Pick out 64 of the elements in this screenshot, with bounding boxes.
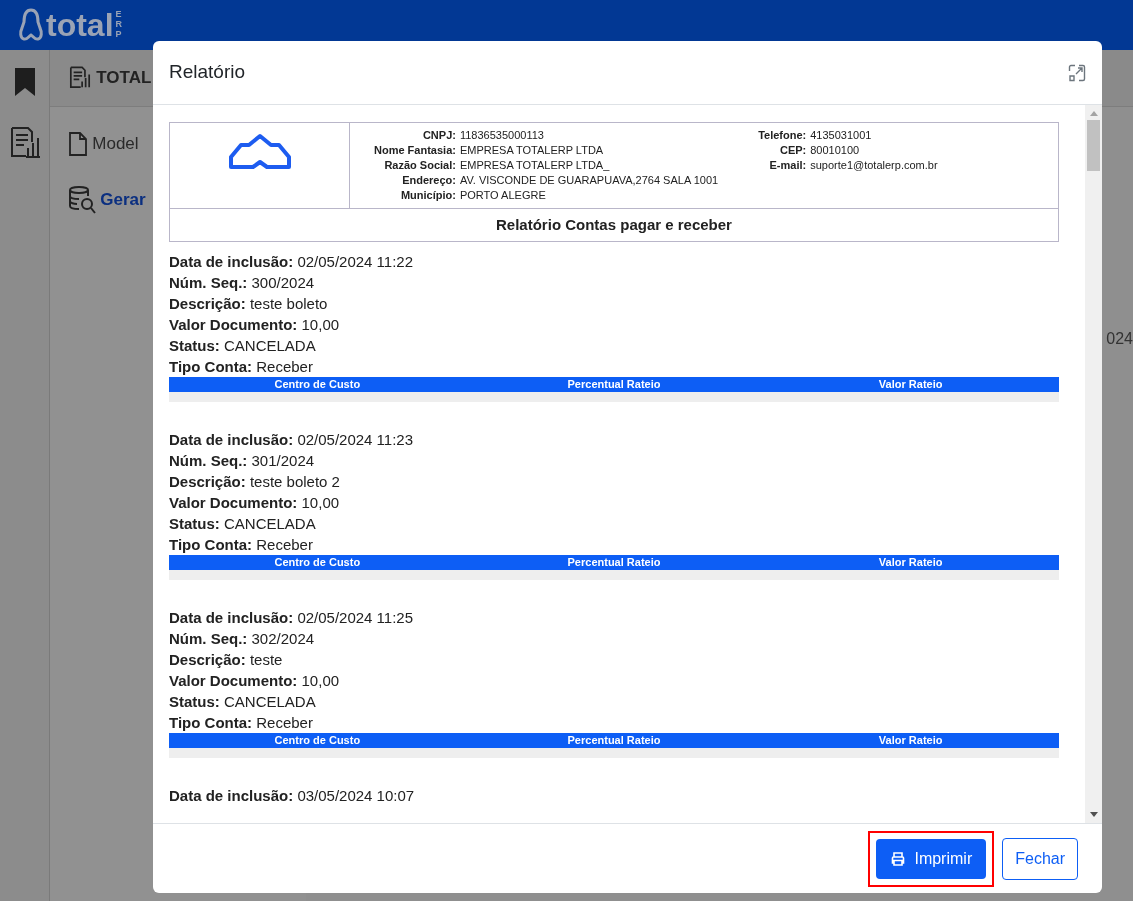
record-field: Tipo Conta: Receber: [169, 712, 1059, 733]
record-field: Valor Documento: 10,00: [169, 314, 1059, 335]
scroll-thumb[interactable]: [1087, 120, 1100, 171]
column-header: Percentual Rateio: [566, 735, 662, 746]
info-value: AV. VISCONDE DE GUARAPUAVA,2764 SALA 1001: [459, 173, 719, 188]
record-field: Status: CANCELADA: [169, 335, 1059, 356]
print-button[interactable]: Imprimir: [876, 838, 987, 879]
record-field: Núm. Seq.: 300/2024: [169, 272, 1059, 293]
column-header: Percentual Rateio: [566, 379, 662, 390]
panel-title: TOTAL: [96, 67, 152, 90]
report-chart-icon: [68, 65, 93, 91]
record-field: Descrição: teste boleto: [169, 293, 1059, 314]
database-search-icon: [68, 185, 97, 215]
record-field: Data de inclusão: 03/05/2024 10:07: [169, 785, 1059, 806]
table-cell: 024: [1106, 330, 1133, 347]
bookmark-icon[interactable]: [12, 66, 37, 98]
column-header: Percentual Rateio: [566, 557, 662, 568]
record-field: Data de inclusão: 02/05/2024 11:25: [169, 607, 1059, 628]
column-header: Centro de Custo: [273, 379, 362, 390]
info-label: E-mail:: [768, 158, 807, 173]
column-header: Centro de Custo: [273, 735, 362, 746]
info-value: PORTO ALEGRE: [459, 188, 547, 203]
info-label: Razão Social:: [383, 158, 456, 173]
record-field: Valor Documento: 10,00: [169, 492, 1059, 513]
record-field: Status: CANCELADA: [169, 513, 1059, 534]
info-label: Telefone:: [758, 128, 807, 143]
menu-item[interactable]: Gerar: [68, 185, 307, 215]
info-value: 4135031001: [810, 128, 873, 143]
info-value: suporte1@totalerp.com.br: [810, 158, 938, 173]
info-label: CNPJ:: [421, 128, 456, 143]
record-field: Descrição: teste: [169, 649, 1059, 670]
dialog-title: Relatório: [169, 60, 246, 85]
info-value: EMPRESA TOTALERP LTDA: [459, 143, 605, 158]
menu-item[interactable]: Model: [68, 131, 307, 157]
info-label: Município:: [399, 188, 456, 203]
record-field: Descrição: teste boleto 2: [169, 471, 1059, 492]
record-field: Tipo Conta: Receber: [169, 356, 1059, 377]
info-label: CEP:: [778, 143, 807, 158]
info-label: Nome Fantasia:: [374, 143, 456, 158]
logo-subtext: ERP: [115, 10, 124, 40]
record-field: Núm. Seq.: 302/2024: [169, 628, 1059, 649]
close-button[interactable]: Fechar: [1002, 837, 1078, 880]
company-logo-icon: [226, 133, 293, 171]
column-header: Centro de Custo: [273, 557, 362, 568]
column-header: Valor Rateio: [877, 557, 944, 568]
printer-icon: [890, 850, 907, 867]
info-label: Endereço:: [401, 173, 456, 188]
expand-icon[interactable]: [1068, 63, 1086, 82]
record-field: Núm. Seq.: 301/2024: [169, 450, 1059, 471]
logo-text: total: [46, 9, 114, 41]
record-field: Status: CANCELADA: [169, 691, 1059, 712]
info-value: 80010100: [810, 143, 861, 158]
info-value: 11836535000113: [459, 128, 545, 143]
record-field: Tipo Conta: Receber: [169, 534, 1059, 555]
column-header: Valor Rateio: [877, 379, 944, 390]
column-header: Valor Rateio: [877, 735, 944, 746]
record-field: Valor Documento: 10,00: [169, 670, 1059, 691]
document-icon: [68, 131, 89, 157]
report-title: Relatório Contas pagar e receber: [496, 214, 732, 235]
record-field: Data de inclusão: 02/05/2024 11:22: [169, 251, 1059, 272]
scroll-down-icon[interactable]: [1089, 812, 1098, 817]
record-field: Data de inclusão: 02/05/2024 11:23: [169, 429, 1059, 450]
info-value: EMPRESA TOTALERP LTDA_: [459, 158, 611, 173]
logo-icon: [18, 8, 44, 42]
